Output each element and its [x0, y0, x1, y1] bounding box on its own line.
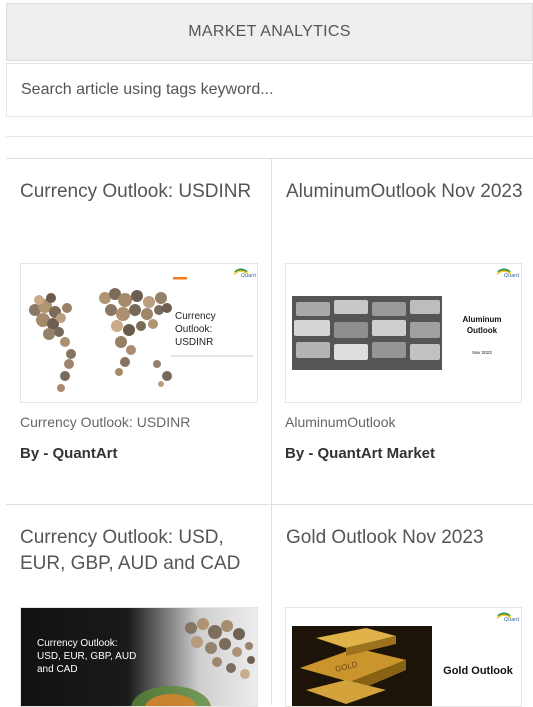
thumb-text: USD, EUR, GBP, AUD [37, 651, 136, 662]
article-card[interactable]: AluminumOutlook Nov 2023 Quant Aluminum … [272, 159, 533, 505]
search-input[interactable] [6, 63, 533, 117]
thumb-text: Aluminum [462, 315, 501, 324]
article-subtitle: AluminumOutlook [285, 414, 396, 430]
article-author: By - QuantArt [20, 445, 118, 462]
article-thumbnail[interactable]: Quant GOLD Gold Outlook [285, 607, 522, 707]
gold-bars-image: GOLD [292, 626, 432, 706]
thumb-text: Outlook: [175, 324, 212, 335]
thumb-text: Currency [175, 311, 216, 322]
article-thumbnail[interactable]: Currency Outlook: USD, EUR, GBP, AUD and… [20, 607, 258, 707]
article-title[interactable]: Currency Outlook: USDINR [20, 179, 258, 205]
page-title: MARKET ANALYTICS [188, 23, 351, 40]
article-card[interactable]: Currency Outlook: USD, EUR, GBP, AUD and… [6, 505, 272, 707]
svg-text:Quant: Quant [504, 617, 519, 623]
accent-bar [173, 277, 187, 280]
article-card[interactable]: Currency Outlook: USDINR Quant Currency … [6, 159, 272, 505]
world-map-coins-image [29, 288, 172, 392]
svg-text:Quant: Quant [504, 273, 519, 279]
quantart-logo-icon: Quant [233, 268, 256, 279]
thumb-text: and CAD [37, 664, 78, 675]
thumb-text: Nov 2023 [472, 350, 492, 355]
thumb-text: USDINR [175, 337, 213, 348]
quantart-logo-icon: Quant [496, 612, 519, 623]
aluminum-ingots-image [292, 296, 442, 370]
article-card[interactable]: Gold Outlook Nov 2023 Quant GOLD Gold Ou… [272, 505, 533, 707]
thumb-text: Gold Outlook [443, 665, 514, 677]
article-thumbnail[interactable]: Quant Aluminum Outlook Nov 2023 [285, 263, 522, 403]
divider [6, 136, 533, 137]
quantart-logo-icon: Quant [496, 268, 519, 279]
page-header: MARKET ANALYTICS [6, 3, 533, 61]
article-title[interactable]: Currency Outlook: USD, EUR, GBP, AUD and… [20, 525, 258, 577]
article-title[interactable]: Gold Outlook Nov 2023 [286, 525, 524, 551]
thumb-text: Currency Outlook: [37, 638, 118, 649]
thumb-text: Outlook [467, 326, 498, 335]
article-subtitle: Currency Outlook: USDINR [20, 414, 191, 430]
article-title[interactable]: AluminumOutlook Nov 2023 [286, 179, 524, 205]
article-author: By - QuantArt Market [285, 445, 436, 462]
article-thumbnail[interactable]: Quant Currency Outlook: USDINR [20, 263, 258, 403]
svg-text:Quant: Quant [241, 273, 256, 279]
article-grid: Currency Outlook: USDINR Quant Currency … [6, 158, 533, 707]
